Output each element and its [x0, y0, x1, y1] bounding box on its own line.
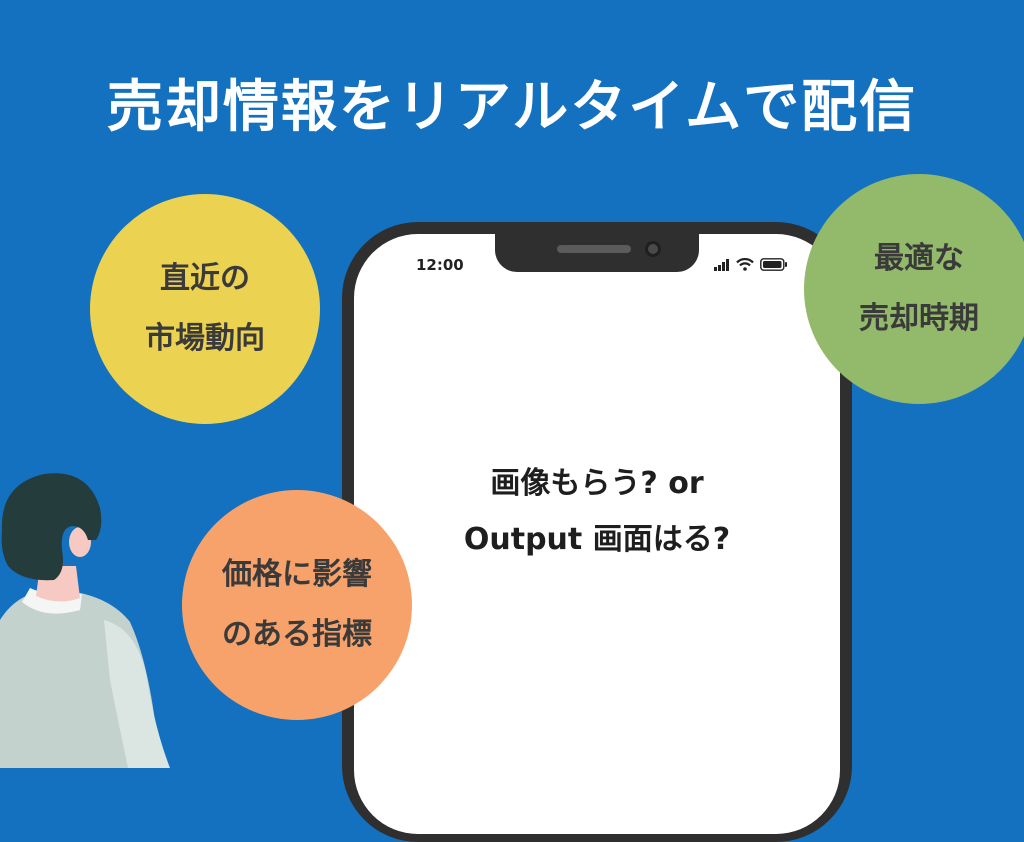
market-trend-bubble: 直近の 市場動向 [90, 194, 320, 424]
phone-mockup: 12:00 画像もらう? or Output 画面はる? [342, 222, 852, 842]
phone-notch [495, 234, 699, 272]
screen-line-1: 画像もらう? or [490, 466, 704, 501]
screen-placeholder-text: 画像もらう? or Output 画面はる? [354, 456, 840, 568]
best-timing-line-2: 売却時期 [859, 301, 979, 336]
status-time: 12:00 [416, 256, 464, 274]
price-indicators-line-2: のある指標 [222, 617, 372, 652]
market-trend-line-1: 直近の [160, 261, 250, 296]
status-bar-icons [714, 258, 788, 271]
wifi-icon [736, 258, 754, 271]
price-indicators-bubble: 価格に影響 のある指標 [182, 490, 412, 720]
phone-screen: 12:00 画像もらう? or Output 画面はる? [354, 234, 840, 834]
camera-icon [645, 241, 661, 257]
market-trend-line-2: 市場動向 [145, 321, 265, 356]
person-illustration [0, 473, 170, 768]
best-timing-line-1: 最適な [874, 241, 964, 276]
signal-icon [714, 258, 729, 271]
speaker-grill [557, 245, 631, 253]
battery-icon [760, 258, 787, 271]
headline: 売却情報をリアルタイムで配信 [106, 75, 918, 140]
price-indicators-line-1: 価格に影響 [222, 557, 372, 592]
screen-line-2: Output 画面はる? [463, 522, 731, 557]
best-timing-bubble: 最適な 売却時期 [804, 174, 1024, 404]
